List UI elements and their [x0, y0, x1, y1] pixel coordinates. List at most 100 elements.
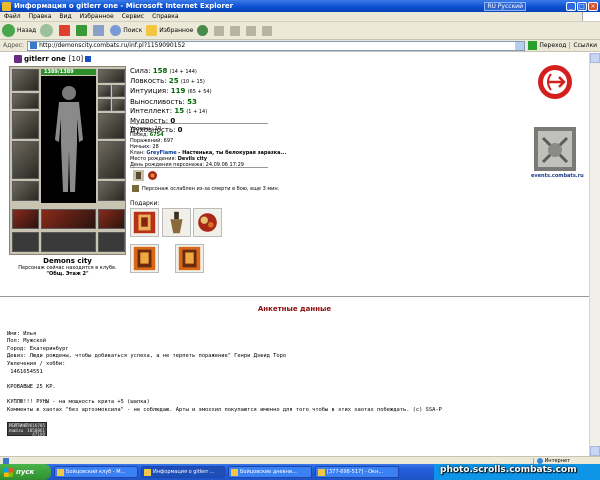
- print-button[interactable]: [246, 25, 258, 36]
- rating-counter[interactable]: РЕЙТИНГ mail.ru 19616785 1858861 47100: [7, 422, 47, 437]
- menu-favorites[interactable]: Избранное: [76, 13, 118, 20]
- start-button[interactable]: пуск: [0, 464, 51, 480]
- character-header: gitlerr one [10]: [14, 55, 92, 63]
- windows-flag-icon: [4, 467, 13, 477]
- stat-label: Интуиция:: [130, 87, 169, 96]
- bottom-slot-1[interactable]: [12, 232, 39, 252]
- profile-text: Имя: Илья Пол: Мужской Город: Екатеринбург…: [7, 323, 442, 429]
- media-icon: [197, 25, 209, 36]
- go-button[interactable]: Переход: [528, 41, 566, 50]
- close-button[interactable]: ×: [588, 1, 598, 11]
- stat-label: Интеллект:: [130, 106, 173, 115]
- bag-slot-2[interactable]: [41, 209, 96, 229]
- mail-icon: [230, 25, 241, 36]
- media-button[interactable]: [197, 25, 210, 36]
- emblem-caption[interactable]: events.combats.ru: [531, 173, 584, 179]
- character-info: Уровень: 10 Побед: 6754 Поражений: 697 Н…: [130, 126, 286, 168]
- menu-edit[interactable]: Правка: [25, 13, 56, 20]
- stat-label: Сила:: [130, 67, 151, 75]
- taskbar-item[interactable]: Информация о gitlerr ...: [141, 466, 225, 478]
- stat-bonus: (65 + 54): [187, 89, 212, 96]
- page-content: gitlerr one [10] 1389/1389 Demons city П…: [0, 53, 589, 456]
- info-divider: [130, 167, 268, 168]
- amulet-slot[interactable]: [12, 93, 39, 109]
- ring-slot-1[interactable]: [98, 85, 111, 97]
- trauma-effect-icon[interactable]: [133, 170, 144, 181]
- hp-bar: 1389/1389: [41, 69, 96, 75]
- star-icon: [146, 25, 158, 36]
- ring-slot-3[interactable]: [98, 99, 111, 111]
- stat-bonus: (10 + 15): [180, 79, 205, 86]
- address-label: Адрес:: [3, 42, 25, 49]
- bottom-slot-3[interactable]: [98, 232, 125, 252]
- alignment-icon: [14, 55, 22, 63]
- taskbar-item[interactable]: Бойцовские дневни...: [228, 466, 312, 478]
- window-title: Информация о gitlerr one - Microsoft Int…: [14, 2, 234, 10]
- bag-slot-1[interactable]: [12, 209, 39, 229]
- history-button[interactable]: [214, 25, 226, 36]
- address-input[interactable]: http://demonscity.combats.ru/inf.pl?1159…: [27, 40, 526, 51]
- home-button[interactable]: [93, 25, 106, 36]
- menu-tools[interactable]: Сервис: [118, 13, 148, 20]
- app-icon: [57, 468, 64, 476]
- weapon-slot[interactable]: [12, 111, 39, 139]
- taskbar-item[interactable]: [377-698-517] - Окн...: [315, 466, 399, 478]
- gift-item[interactable]: [130, 208, 159, 237]
- archer-guild-emblem-icon[interactable]: [537, 64, 573, 100]
- events-emblem-icon[interactable]: [533, 126, 577, 172]
- blood-effect-icon[interactable]: [147, 170, 158, 181]
- home-icon: [93, 25, 105, 36]
- armor-slot[interactable]: [12, 141, 39, 179]
- gifts-label: Подарки:: [130, 200, 160, 207]
- bag-slot-3[interactable]: [98, 209, 125, 229]
- scroll-down-arrow[interactable]: [590, 446, 600, 456]
- favorites-button[interactable]: Избранное: [146, 25, 193, 36]
- taskbar-item[interactable]: Бойцовский клуб - M...: [54, 466, 138, 478]
- minimize-button[interactable]: _: [566, 1, 576, 11]
- search-button[interactable]: Поиск: [110, 25, 142, 36]
- leggings-slot[interactable]: [98, 141, 125, 179]
- stat-value: 53: [187, 97, 197, 106]
- window-titlebar[interactable]: Информация о gitlerr one - Microsoft Int…: [0, 0, 600, 12]
- stop-button[interactable]: [59, 25, 72, 36]
- character-figure: [41, 76, 96, 203]
- menu-view[interactable]: Вид: [55, 13, 75, 20]
- gift-item[interactable]: [130, 244, 159, 273]
- gift-item[interactable]: [175, 244, 204, 273]
- ring-slot-2[interactable]: [112, 85, 125, 97]
- earrings-slot[interactable]: [98, 69, 125, 83]
- address-dropdown-icon[interactable]: [515, 41, 525, 50]
- stat-row: Мудрость: 0: [130, 117, 212, 126]
- scroll-up-arrow[interactable]: [590, 53, 600, 63]
- back-button[interactable]: Назад: [2, 24, 36, 37]
- profile-comments: Комменты в хаотах "без артоэмоксила" - н…: [7, 406, 442, 413]
- gift-item[interactable]: [193, 208, 222, 237]
- menu-file[interactable]: Файл: [0, 13, 25, 20]
- info-icon[interactable]: [85, 56, 92, 62]
- menu-help[interactable]: Справка: [148, 13, 182, 20]
- edit-button[interactable]: [262, 25, 274, 36]
- links-button[interactable]: Ссылки: [569, 42, 600, 49]
- refresh-button[interactable]: [76, 25, 89, 36]
- character-equipment-panel: 1389/1389: [9, 66, 126, 255]
- maximize-button[interactable]: □: [577, 1, 587, 11]
- app-icon: [318, 468, 325, 476]
- profile-name: Имя: Илья: [7, 330, 37, 337]
- search-icon: [110, 25, 122, 36]
- belt-slot[interactable]: [12, 181, 39, 201]
- weakness-status: Персонаж ослаблен из-за смерти в бою, ещ…: [132, 185, 279, 192]
- stat-row: Выносливость: 53: [130, 98, 212, 107]
- gift-item[interactable]: [162, 208, 191, 237]
- language-indicator[interactable]: RU Русский: [484, 1, 526, 11]
- bottom-slot-2[interactable]: [41, 232, 96, 252]
- vertical-scrollbar[interactable]: [589, 53, 600, 456]
- shield-slot[interactable]: [98, 113, 125, 139]
- boots-slot[interactable]: [98, 181, 125, 201]
- printer-icon: [246, 25, 257, 36]
- go-arrow-icon: [528, 41, 538, 50]
- forward-button[interactable]: [40, 24, 55, 37]
- mail-button[interactable]: [230, 25, 242, 36]
- gloves-slot[interactable]: [112, 99, 125, 111]
- stat-row: Интеллект: 15 (1 + 14): [130, 107, 212, 117]
- helmet-slot[interactable]: [12, 69, 39, 91]
